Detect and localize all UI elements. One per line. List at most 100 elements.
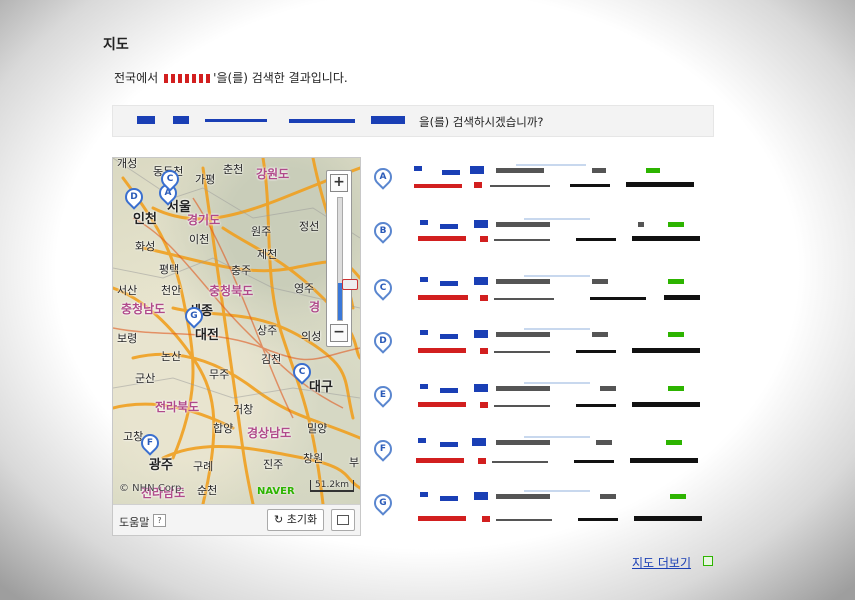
redacted-text bbox=[664, 295, 700, 300]
list-item[interactable]: B bbox=[370, 218, 714, 256]
place-label: 상주 bbox=[257, 324, 278, 337]
redacted-text bbox=[524, 490, 590, 492]
fullscreen-button[interactable] bbox=[331, 509, 355, 531]
zoom-out-button[interactable]: − bbox=[330, 324, 348, 342]
place-label: 진주 bbox=[263, 458, 284, 471]
zoom-in-button[interactable]: + bbox=[330, 174, 348, 192]
redacted-text bbox=[420, 492, 428, 497]
redacted-text bbox=[474, 330, 488, 338]
place-label: 군산 bbox=[135, 372, 156, 385]
redacted-text bbox=[480, 295, 488, 301]
region-label: 충청북도 bbox=[209, 284, 254, 298]
result-marker-icon: E bbox=[370, 382, 396, 408]
redacted-text bbox=[494, 351, 550, 353]
map-scale: 51.2km bbox=[310, 480, 355, 492]
redacted-text bbox=[474, 492, 488, 500]
region-label: 경 bbox=[309, 300, 321, 314]
result-marker-icon: A bbox=[370, 164, 396, 190]
place-label: 부 bbox=[349, 456, 360, 469]
redacted-text bbox=[592, 332, 608, 337]
place-label: 보령 bbox=[117, 332, 138, 345]
suggestion-box: 을(를) 검색하시겠습니까? bbox=[112, 105, 714, 137]
place-label: 영주 bbox=[294, 282, 315, 295]
result-marker-icon: D bbox=[370, 328, 396, 354]
suggest-term-4[interactable] bbox=[289, 119, 355, 123]
redacted-text bbox=[632, 236, 700, 241]
redacted-text bbox=[474, 182, 482, 188]
place-label: 천안 bbox=[161, 284, 182, 297]
redacted-text bbox=[494, 239, 550, 241]
redacted-text bbox=[420, 330, 428, 335]
suggest-term-3[interactable] bbox=[205, 119, 267, 122]
redacted-text bbox=[440, 496, 458, 501]
refresh-icon: ↻ bbox=[274, 513, 284, 526]
place-label: 개성 bbox=[117, 158, 138, 170]
search-keyword-redacted bbox=[164, 74, 211, 83]
redacted-text bbox=[670, 494, 686, 499]
redacted-text bbox=[442, 170, 460, 175]
redacted-text bbox=[440, 388, 458, 393]
suggest-term-1[interactable] bbox=[137, 116, 155, 124]
search-result-summary: 전국에서 '을(를) 검색한 결과입니다. bbox=[114, 69, 348, 86]
redacted-text bbox=[630, 458, 698, 463]
place-label: 원주 bbox=[251, 225, 272, 238]
place-label: 의성 bbox=[301, 330, 322, 343]
place-label: 평택 bbox=[159, 263, 180, 276]
help-question-icon[interactable]: ? bbox=[153, 514, 166, 527]
redacted-text bbox=[440, 442, 458, 447]
list-item[interactable]: A bbox=[370, 164, 714, 202]
place-label: 밀양 bbox=[307, 422, 328, 435]
place-label: 충주 bbox=[231, 264, 252, 277]
redacted-text bbox=[414, 166, 422, 171]
redacted-text bbox=[418, 438, 426, 443]
more-map-link[interactable]: 지도 더보기 bbox=[632, 554, 691, 571]
list-item[interactable]: C bbox=[370, 275, 714, 313]
list-item[interactable]: D bbox=[370, 328, 714, 366]
redacted-text bbox=[496, 279, 550, 284]
redacted-text bbox=[480, 402, 488, 408]
redacted-text bbox=[414, 184, 462, 188]
redacted-text bbox=[496, 222, 550, 227]
list-item[interactable]: G bbox=[370, 490, 714, 528]
redacted-text bbox=[576, 350, 616, 353]
redacted-text bbox=[632, 348, 700, 353]
place-label: 정선 bbox=[299, 220, 320, 233]
redacted-text bbox=[496, 440, 550, 445]
redacted-text bbox=[592, 279, 608, 284]
redacted-text bbox=[632, 402, 700, 407]
region-label: 충청남도 bbox=[121, 302, 166, 316]
zoom-slider[interactable] bbox=[337, 197, 358, 321]
redacted-text bbox=[478, 458, 486, 464]
external-link-icon[interactable] bbox=[703, 556, 713, 566]
map-widget: 개성 동두천 춘천 가평 강원도 서울 인천 경기도 원주 정선 화성 이천 제… bbox=[112, 157, 361, 536]
reset-button[interactable]: ↻ 초기화 bbox=[267, 509, 325, 531]
redacted-text bbox=[440, 334, 458, 339]
city-label: 대구 bbox=[309, 380, 333, 395]
redacted-text bbox=[418, 516, 466, 521]
region-label: 강원도 bbox=[256, 167, 290, 181]
redacted-text bbox=[668, 222, 684, 227]
suggest-term-2[interactable] bbox=[173, 116, 189, 124]
redacted-text bbox=[418, 236, 466, 241]
help-link[interactable]: 도움말 bbox=[119, 514, 149, 530]
list-item[interactable]: E bbox=[370, 382, 714, 420]
place-label: 합양 bbox=[213, 422, 234, 435]
redacted-text bbox=[420, 220, 428, 225]
redacted-text bbox=[634, 516, 702, 521]
redacted-text bbox=[668, 332, 684, 337]
result-marker-icon: B bbox=[370, 218, 396, 244]
redacted-text bbox=[524, 382, 590, 384]
list-item[interactable]: F bbox=[370, 436, 714, 474]
map-canvas[interactable]: 개성 동두천 춘천 가평 강원도 서울 인천 경기도 원주 정선 화성 이천 제… bbox=[113, 158, 360, 504]
redacted-text bbox=[416, 458, 464, 463]
place-label: 창원 bbox=[303, 452, 324, 465]
region-label: 경상남도 bbox=[247, 426, 292, 440]
zoom-slider-handle[interactable] bbox=[342, 279, 358, 291]
suggest-term-5[interactable] bbox=[371, 116, 405, 124]
redacted-text bbox=[440, 224, 458, 229]
place-label: 가평 bbox=[195, 173, 216, 186]
redacted-text bbox=[474, 277, 488, 285]
region-label: 경기도 bbox=[187, 213, 221, 227]
redacted-text bbox=[490, 185, 550, 187]
redacted-text bbox=[418, 295, 468, 300]
